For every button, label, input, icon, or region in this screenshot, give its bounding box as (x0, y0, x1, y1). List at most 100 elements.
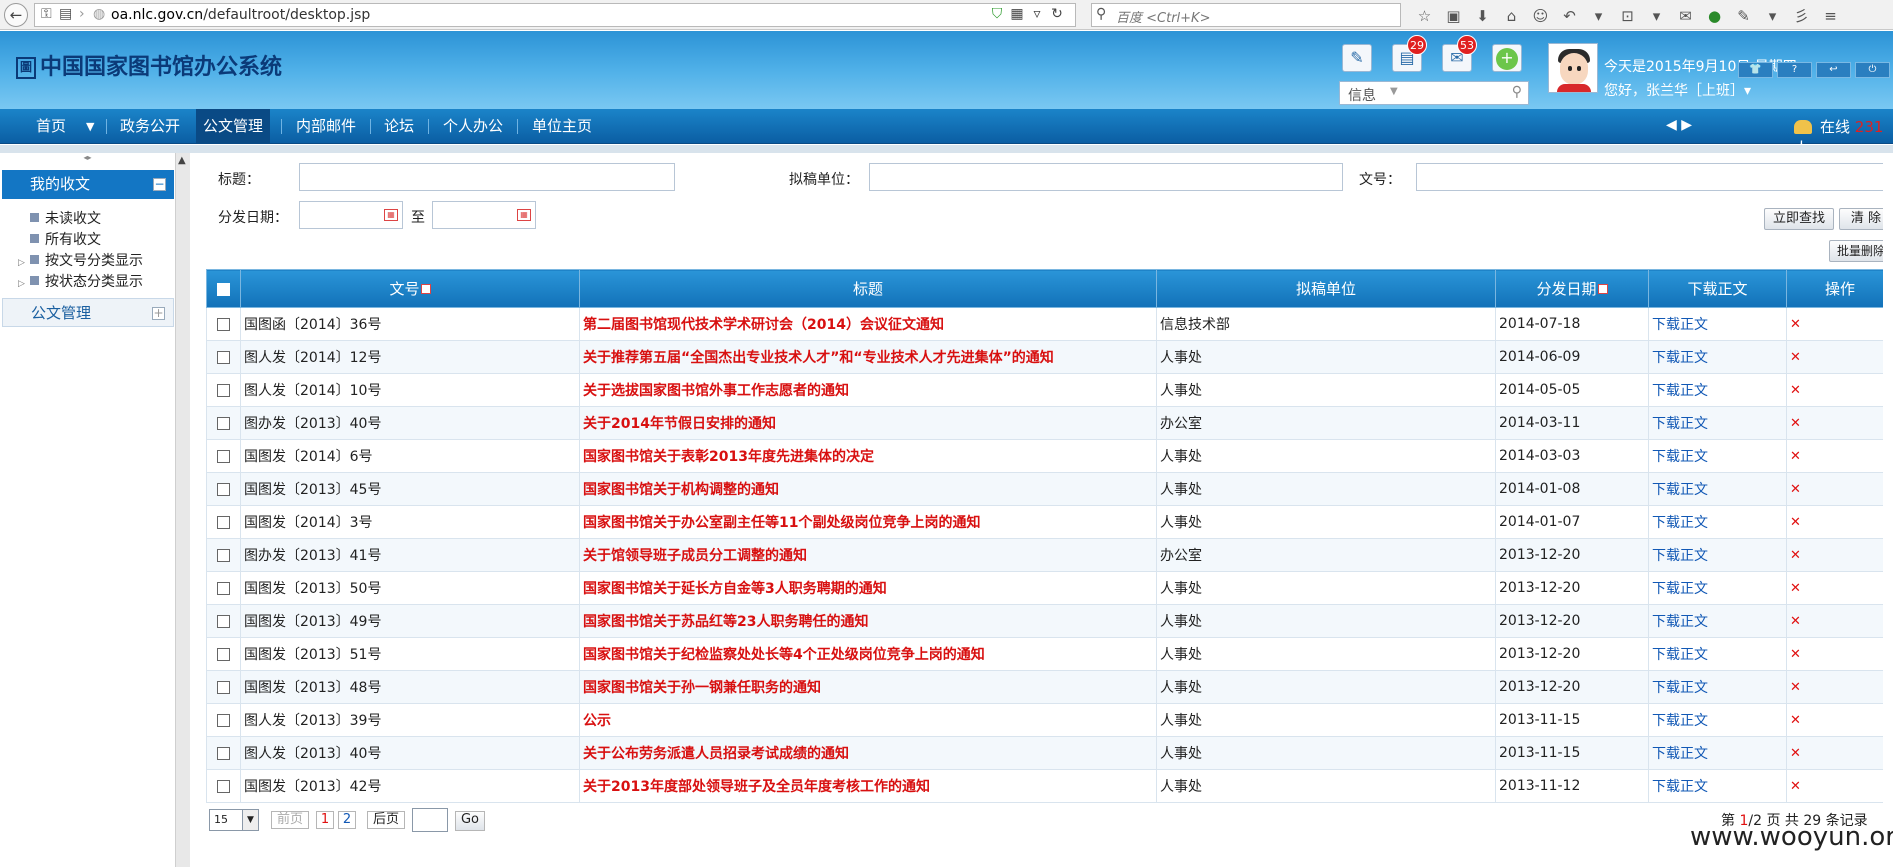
delete-icon[interactable]: ✕ (1786, 538, 1893, 572)
sort-icon[interactable] (420, 284, 431, 294)
download-link[interactable]: 下载正文 (1648, 571, 1787, 605)
title-link[interactable]: 国家图书馆关于延长方自金等3人职务聘期的通知 (579, 571, 1157, 605)
date-from-input[interactable]: ▦ (299, 201, 403, 229)
reading-list-icon[interactable]: ▣ (1439, 7, 1468, 25)
chevron-down-icon[interactable]: ▾ (1584, 7, 1613, 25)
row-checkbox[interactable] (217, 779, 230, 793)
title-link[interactable]: 国家图书馆关于表彰2013年度先进集体的决定 (579, 439, 1157, 473)
sidebar-collapse-handle[interactable]: ◂▸ (0, 153, 175, 163)
row-checkbox[interactable] (217, 416, 230, 430)
title-link[interactable]: 国家图书馆关于孙一钢兼任职务的通知 (579, 670, 1157, 704)
title-link[interactable]: 关于2013年度部处领导班子及全员年度考核工作的通知 (579, 769, 1157, 803)
menu-icon[interactable]: ≡ (1816, 7, 1845, 25)
back-button[interactable]: ← (4, 3, 28, 27)
select-all-checkbox[interactable] (217, 282, 230, 296)
title-link[interactable]: 第二届图书馆现代技术学术研讨会（2014）会议征文通知 (579, 307, 1157, 341)
download-link[interactable]: 下载正文 (1648, 736, 1787, 770)
title-link[interactable]: 关于馆领导班子成员分工调整的通知 (579, 538, 1157, 572)
chat-icon[interactable]: ☺ (1526, 7, 1555, 25)
row-checkbox[interactable] (217, 548, 230, 562)
sort-icon[interactable] (1597, 284, 1608, 294)
download-link[interactable]: 下载正文 (1648, 406, 1787, 440)
refresh-button[interactable]: ↩ (1816, 62, 1851, 78)
row-checkbox[interactable] (217, 647, 230, 661)
add-tool-button[interactable]: + (1492, 44, 1522, 72)
title-link[interactable]: 国家图书馆关于纪检监察处处长等4个正处级岗位竞争上岗的通知 (579, 637, 1157, 671)
delete-icon[interactable]: ✕ (1786, 703, 1893, 737)
delete-icon[interactable]: ✕ (1786, 505, 1893, 539)
page-jump-input[interactable] (412, 808, 448, 832)
download-link[interactable]: 下载正文 (1648, 703, 1787, 737)
page-2-link[interactable]: 2 (338, 811, 356, 829)
nav-item-personal-office[interactable]: 个人办公 (443, 109, 503, 144)
nav-item-documents[interactable]: 公文管理 (196, 109, 270, 144)
home-icon[interactable]: ⌂ (1497, 7, 1526, 25)
download-link[interactable]: 下载正文 (1648, 307, 1787, 341)
row-checkbox[interactable] (217, 746, 230, 760)
calendar-icon[interactable]: ▦ (517, 209, 531, 221)
nav-item-forum[interactable]: 论坛 (384, 109, 414, 144)
unit-input[interactable] (869, 163, 1343, 191)
delete-icon[interactable]: ✕ (1786, 406, 1893, 440)
sidebar-item-by-status[interactable]: ▷ 按状态分类显示 (18, 271, 143, 291)
reload-icon[interactable]: ↻ (1047, 6, 1067, 22)
row-checkbox[interactable] (217, 383, 230, 397)
delete-icon[interactable]: ✕ (1786, 736, 1893, 770)
expand-arrow-icon[interactable]: ▷ (18, 258, 28, 268)
nav-item-unit-homepage[interactable]: 单位主页 (532, 109, 592, 144)
delete-icon[interactable]: ✕ (1786, 340, 1893, 374)
logout-button[interactable]: ⏻ (1855, 62, 1890, 78)
row-checkbox[interactable] (217, 482, 230, 496)
sidebar-item-unread[interactable]: 未读收文 (18, 208, 101, 228)
row-checkbox[interactable] (217, 449, 230, 463)
row-checkbox[interactable] (217, 350, 230, 364)
row-checkbox[interactable] (217, 515, 230, 529)
row-checkbox[interactable] (217, 317, 230, 331)
col-docno[interactable]: 文号 (240, 269, 580, 308)
sidebar-item-all[interactable]: 所有收文 (18, 229, 101, 249)
download-link[interactable]: 下载正文 (1648, 670, 1787, 704)
arrow-right-icon[interactable]: ▶ (1681, 117, 1692, 133)
date-to-input[interactable]: ▦ (432, 201, 536, 229)
row-checkbox[interactable] (217, 680, 230, 694)
sidebar-panel-doc-management[interactable]: 公文管理 + (2, 298, 174, 327)
help-button[interactable]: ? (1777, 62, 1812, 78)
delete-icon[interactable]: ✕ (1786, 439, 1893, 473)
title-link[interactable]: 关于推荐第五届“全国杰出专业技术人才”和“专业技术人才先进集体”的通知 (579, 340, 1157, 374)
scroll-up-icon[interactable]: ▲ (178, 155, 186, 166)
browser-search-box[interactable]: ⚲ 百度 <Ctrl+K> (1091, 3, 1401, 27)
avatar[interactable] (1548, 43, 1598, 93)
header-search[interactable]: 信息 ▼ ⚲ (1339, 81, 1529, 105)
title-link[interactable]: 关于公布劳务派遣人员招录考试成绩的通知 (579, 736, 1157, 770)
qr-icon[interactable]: ▦ (1007, 6, 1027, 22)
sidebar-item-by-docno[interactable]: ▷ 按文号分类显示 (18, 250, 143, 270)
delete-icon[interactable]: ✕ (1786, 769, 1893, 803)
title-link[interactable]: 关于2014年节假日安排的通知 (579, 406, 1157, 440)
address-bar[interactable]: ⚿ ▤ › ◍ oa.nlc.gov.cn/defaultroot/deskto… (34, 3, 1076, 27)
delete-icon[interactable]: ✕ (1786, 472, 1893, 506)
extension-icon[interactable]: ● (1700, 7, 1729, 25)
skin-button[interactable]: 👕 (1738, 62, 1773, 78)
download-link[interactable]: 下载正文 (1648, 538, 1787, 572)
row-checkbox[interactable] (217, 713, 230, 727)
translate-icon[interactable]: 彡 (1787, 5, 1816, 26)
nav-item-internal-mail[interactable]: 内部邮件 (296, 109, 356, 144)
nav-item-home[interactable]: 首页 (36, 109, 66, 144)
delete-icon[interactable]: ✕ (1786, 604, 1893, 638)
row-checkbox[interactable] (217, 581, 230, 595)
row-checkbox[interactable] (217, 614, 230, 628)
go-button[interactable]: Go (455, 811, 485, 831)
download-link[interactable]: 下载正文 (1648, 373, 1787, 407)
delete-icon[interactable]: ✕ (1786, 571, 1893, 605)
next-page-button[interactable]: 后页 (367, 811, 405, 829)
sidebar-scrollbar[interactable]: ▲ (175, 153, 190, 867)
sidebar-panel-inbox[interactable]: 我的收文 − (2, 170, 174, 199)
docno-input[interactable] (1416, 163, 1890, 191)
title-link[interactable]: 关于选拔国家图书馆外事工作志愿者的通知 (579, 373, 1157, 407)
user-greeting[interactable]: 您好，张兰华［上班］▾ (1604, 80, 1751, 100)
expand-icon[interactable]: + (152, 307, 165, 320)
search-button[interactable]: 立即查找 (1764, 208, 1834, 230)
delete-icon[interactable]: ✕ (1786, 373, 1893, 407)
chevron-down-icon[interactable]: ▾ (1758, 7, 1787, 25)
page-1-link[interactable]: 1 (316, 811, 334, 829)
